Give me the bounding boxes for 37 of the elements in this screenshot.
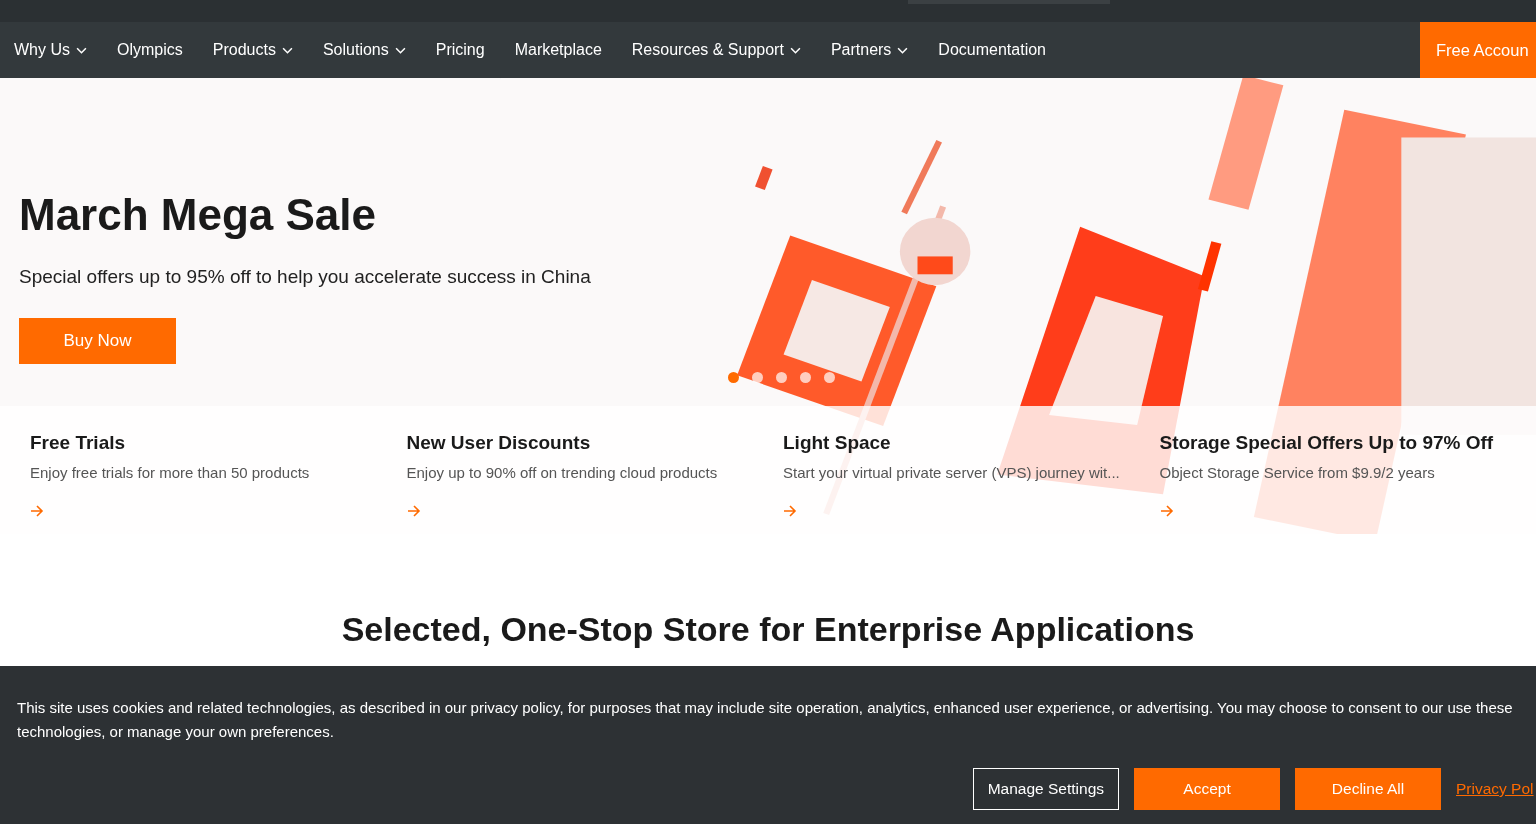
nav-link[interactable]: Documentation [938,41,1046,59]
carousel-dot[interactable] [776,372,787,383]
nav-link[interactable]: Products [212,41,293,59]
arrow-icon[interactable] [783,505,797,517]
card-description: Start your virtual private server (VPS) journey wit... [783,464,1120,481]
manage-settings-button[interactable]: Manage Settings [972,768,1119,810]
carousel-dot[interactable] [752,372,763,383]
nav-link[interactable]: Solutions [322,41,406,59]
arrow-icon[interactable] [30,505,44,517]
card-title: Free Trials [30,432,126,454]
carousel-dot[interactable] [728,372,739,383]
card-description: Object Storage Service from $9.9/2 years [1159,464,1435,481]
card-title: Storage Special Offers Up to 97% Off [1159,432,1494,454]
nav-link[interactable]: Why Us [14,41,87,59]
nav-link[interactable]: Pricing [435,41,485,59]
privacy-policy-link[interactable]: Privacy Pol [1456,780,1536,798]
carousel-dot[interactable] [800,372,811,383]
arrow-icon[interactable] [406,505,421,517]
section-heading: Selected, One-Stop Store for Enterprise Applications [340,610,1196,649]
hero-title: March Mega Sale [19,190,378,240]
arrow-icon[interactable] [1159,505,1174,517]
hero-subtitle: Special offers up to 95% off to help you accelerate success in China [19,266,592,288]
caret-icon[interactable] [394,46,406,54]
nav-link[interactable]: Olympics [117,41,183,59]
carousel-dot[interactable] [824,372,835,383]
caret-icon[interactable] [897,46,909,54]
caret-icon[interactable] [76,46,87,54]
card-title: Light Space [783,432,891,454]
card-description: Enjoy up to 90% off on trending cloud products [406,464,718,481]
nav-link[interactable]: Partners [830,41,909,59]
caret-icon[interactable] [789,46,801,54]
nav-link[interactable]: Resources & Support [631,41,801,59]
caret-icon[interactable] [281,46,293,54]
card-description: Enjoy free trials for more than 50 products [30,464,310,481]
nav-link[interactable]: Marketplace [514,41,602,59]
card-title: New User Discounts [406,432,591,454]
cookie-notice-text: This site uses cookies and related technologies, as described in our privacy policy, for purposes that may include site operation, analytics, enhanced user experience, or advertising. You may choose to consent to our use these technologies, or manage your own preferences. [17,698,1514,742]
